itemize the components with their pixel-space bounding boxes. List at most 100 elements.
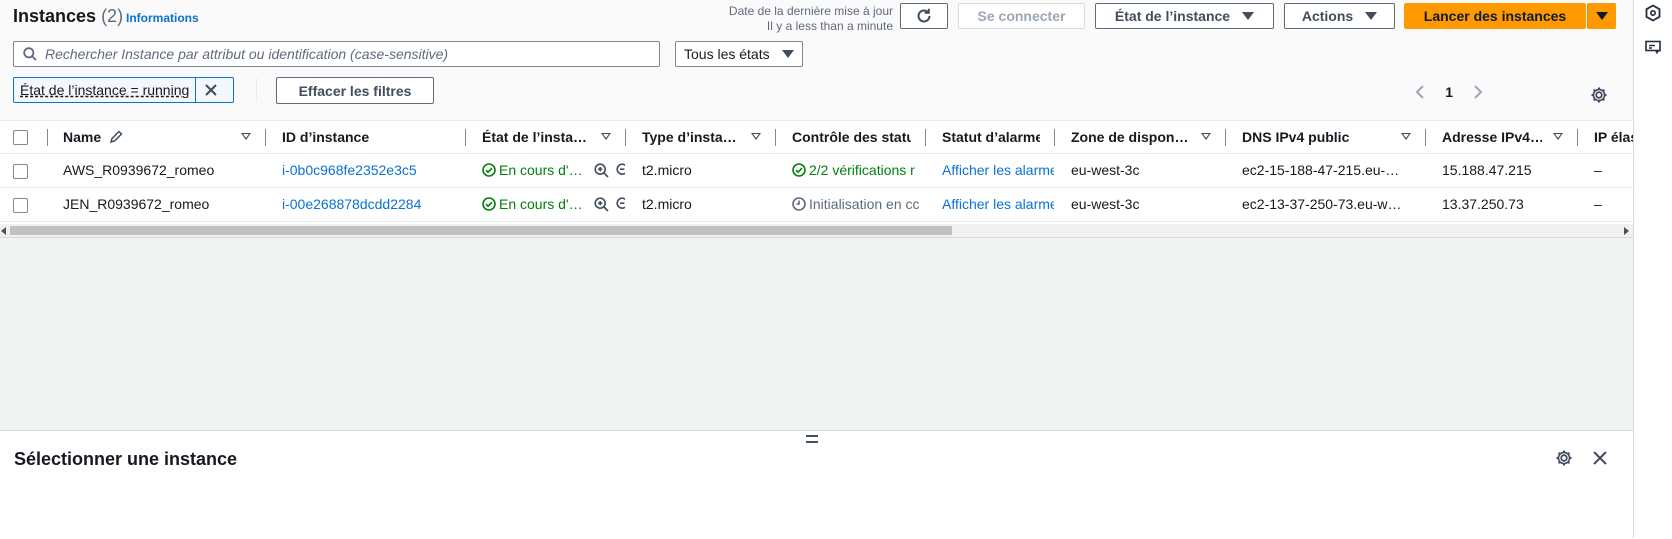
right-utility-bar [1633, 0, 1672, 538]
column-header-public-ipv4[interactable]: Adresse IPv4… [1442, 121, 1542, 153]
launch-instances-button[interactable]: Lancer des instances [1404, 3, 1586, 29]
page-title-text: Instances [13, 6, 97, 26]
column-header-name[interactable]: Name [63, 121, 233, 153]
table-row[interactable]: AWS_R0939672_romeo i-0b0c968fe2352e3c5 E… [0, 154, 1633, 188]
cell-status-check: Initialisation en cc [792, 188, 921, 221]
search-placeholder: Rechercher Instance par attribut ou iden… [45, 46, 449, 62]
check-circle-icon [482, 197, 496, 211]
column-divider [925, 129, 926, 146]
column-divider [625, 129, 626, 146]
scroll-right-arrow-icon[interactable] [1623, 227, 1629, 235]
page-title: Instances (2) [13, 6, 123, 27]
actions-label: Actions [1301, 8, 1354, 24]
cell-public-ipv4: 13.37.250.73 [1442, 196, 1524, 212]
filter-token-label[interactable]: État de l’instance = running [14, 78, 197, 102]
instances-table: Name ID d’instance État de l’insta… Type… [0, 120, 1633, 222]
zoom-in-icon[interactable] [594, 163, 609, 178]
horizontal-scrollbar[interactable] [0, 224, 1633, 237]
refresh-button[interactable] [900, 3, 948, 29]
cell-alarm-status[interactable]: Afficher les alarme [942, 188, 1054, 221]
scrollbar-thumb[interactable] [10, 226, 952, 235]
zoom-out-icon[interactable] [616, 197, 625, 212]
column-divider [1577, 129, 1578, 146]
cell-instance-type: t2.micro [642, 162, 692, 178]
scroll-left-arrow-icon[interactable] [1, 227, 7, 235]
feedback-icon[interactable] [1644, 39, 1662, 57]
column-header-instance-state[interactable]: État de l’insta… [482, 121, 592, 153]
column-header-instance-type[interactable]: Type d’insta… [642, 121, 742, 153]
cell-availability-zone: eu-west-3c [1071, 196, 1140, 212]
column-header-alarm-status[interactable]: Statut d’alarme [942, 121, 1040, 153]
remove-filter-icon[interactable] [196, 78, 226, 102]
cell-availability-zone: eu-west-3c [1071, 162, 1140, 178]
settings-gear-icon[interactable] [1590, 86, 1608, 104]
chevron-left-icon[interactable] [1415, 85, 1425, 99]
cell-public-ipv4: 15.188.47.215 [1442, 162, 1532, 178]
clear-filters-button[interactable]: Effacer les filtres [276, 77, 434, 104]
table-empty-area [0, 237, 1633, 431]
toolbar-area: Instances (2) Informations Date de la de… [0, 0, 1633, 120]
sort-icon[interactable] [1401, 133, 1411, 140]
zoom-out-icon[interactable] [616, 163, 625, 178]
cell-instance-state: En cours d'… [482, 188, 612, 221]
table-row[interactable]: JEN_R0939672_romeo i-00e268878dcdd2284 E… [0, 188, 1633, 222]
search-icon [23, 47, 37, 61]
chevron-right-icon[interactable] [1473, 85, 1483, 99]
instance-state-button[interactable]: État de l’instance [1095, 3, 1274, 29]
clock-icon [792, 197, 806, 211]
actions-button[interactable]: Actions [1284, 3, 1395, 29]
cell-instance-id[interactable]: i-0b0c968fe2352e3c5 [282, 154, 462, 187]
column-header-instance-id[interactable]: ID d’instance [282, 121, 452, 153]
page-number[interactable]: 1 [1445, 84, 1453, 100]
state-filter-value: Tous les états [684, 46, 770, 62]
instances-page: Instances (2) Informations Date de la de… [0, 0, 1633, 539]
column-divider [775, 129, 776, 146]
check-circle-icon [792, 163, 806, 177]
panel-settings-gear-icon[interactable] [1555, 449, 1573, 467]
cell-alarm-status[interactable]: Afficher les alarme [942, 154, 1054, 187]
cell-instance-id[interactable]: i-00e268878dcdd2284 [282, 188, 462, 221]
pagination: 1 [1415, 84, 1483, 100]
details-panel: Sélectionner une instance [0, 430, 1633, 539]
cell-name: JEN_R0939672_romeo [63, 196, 210, 212]
refresh-icon [915, 7, 933, 25]
row-checkbox[interactable] [13, 198, 28, 213]
zoom-in-icon[interactable] [594, 197, 609, 212]
cell-name: AWS_R0939672_romeo [63, 162, 215, 178]
sort-icon[interactable] [241, 133, 251, 140]
cell-elastic-ip: – [1594, 196, 1602, 212]
select-all-checkbox[interactable] [13, 130, 28, 145]
resize-handle[interactable] [806, 435, 818, 443]
table-header: Name ID d’instance État de l’insta… Type… [0, 120, 1633, 154]
close-icon[interactable] [1592, 450, 1608, 466]
cell-public-dns: ec2-13-37-250-73.eu-w… [1242, 196, 1402, 212]
sort-icon[interactable] [751, 133, 761, 140]
last-update: Date de la dernière mise à jour Il y a l… [729, 4, 893, 34]
hexagon-info-icon[interactable] [1644, 4, 1662, 22]
check-circle-icon [482, 163, 496, 177]
status-check-text: 2/2 vérifications r [809, 162, 915, 178]
column-header-status-check[interactable]: Contrôle des statu [792, 121, 911, 153]
caret-down-icon [1242, 12, 1255, 20]
column-header-public-dns[interactable]: DNS IPv4 public [1242, 121, 1392, 153]
column-header-elastic-ip[interactable]: IP élas [1594, 121, 1633, 153]
search-input[interactable]: Rechercher Instance par attribut ou iden… [13, 41, 660, 67]
column-divider [465, 129, 466, 146]
row-checkbox[interactable] [13, 164, 28, 179]
edit-pencil-icon[interactable] [109, 130, 123, 144]
sort-icon[interactable] [1553, 133, 1563, 140]
state-filter-select[interactable]: Tous les états [675, 41, 803, 67]
instance-count: (2) [101, 6, 124, 26]
column-header-label: Name [63, 129, 102, 145]
launch-dropdown-button[interactable] [1587, 3, 1616, 29]
info-link[interactable]: Informations [126, 11, 199, 25]
instance-state-label: État de l’instance [1114, 8, 1231, 24]
connect-button[interactable]: Se connecter [958, 3, 1085, 29]
column-divider [1225, 129, 1226, 146]
cell-public-dns: ec2-15-188-47-215.eu-… [1242, 162, 1400, 178]
column-header-availability-zone[interactable]: Zone de dispon… [1071, 121, 1189, 153]
filter-token: État de l’instance = running [13, 77, 234, 103]
sort-icon[interactable] [1201, 133, 1211, 140]
sort-icon[interactable] [601, 133, 611, 140]
cell-instance-state: En cours d'… [482, 154, 612, 187]
